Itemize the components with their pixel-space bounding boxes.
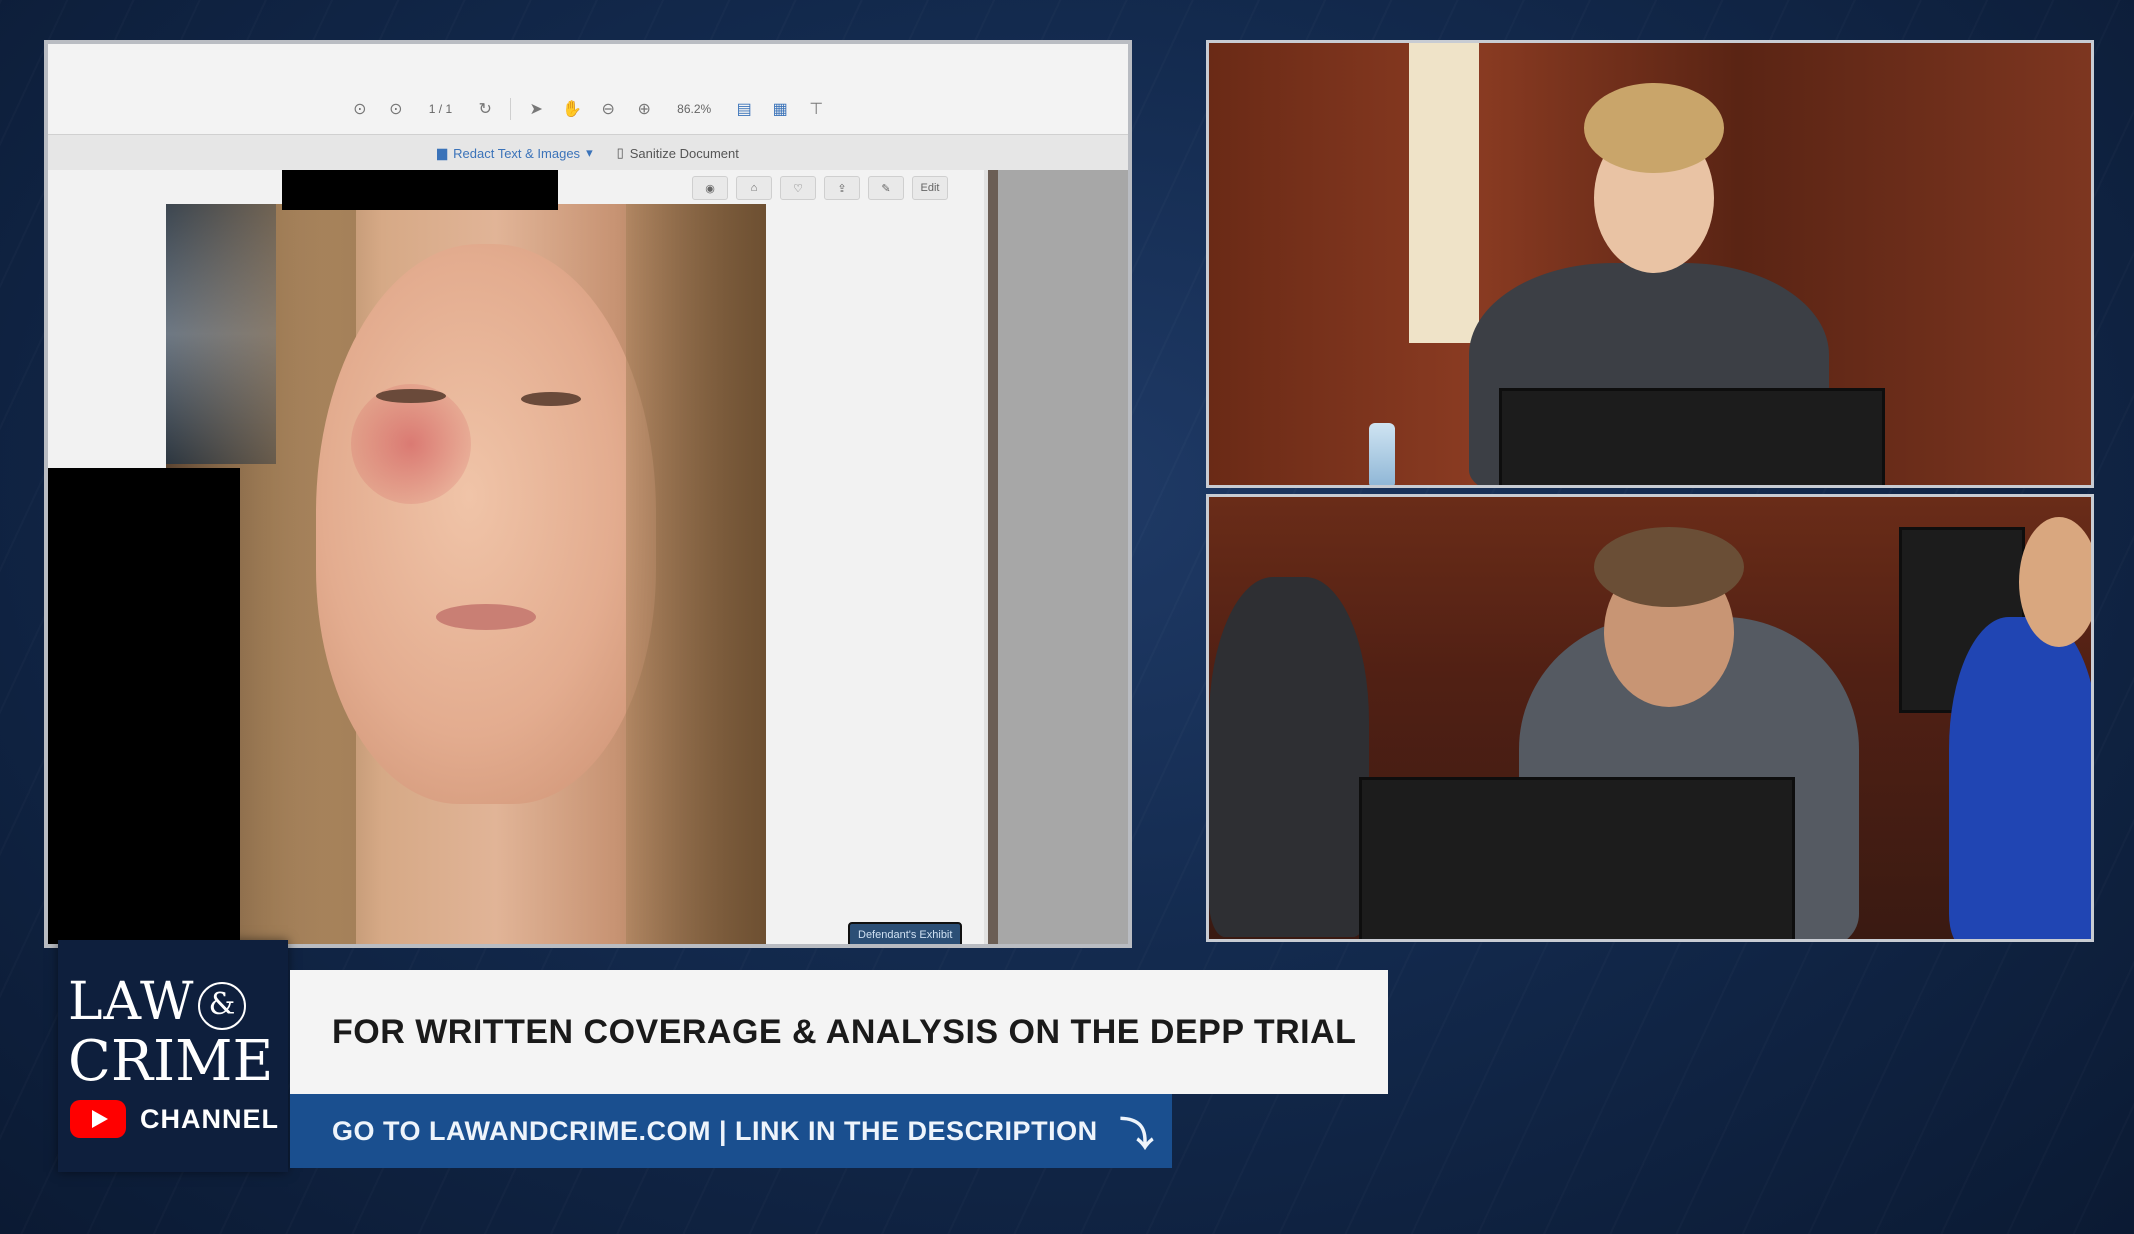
exhibit-tag: Defendant's Exhibit xyxy=(848,922,963,944)
logo-channel-label: CHANNEL xyxy=(140,1103,279,1134)
defense-monitor xyxy=(1359,777,1795,939)
witness-hair xyxy=(1584,83,1724,173)
rotate-icon[interactable]: ↻ xyxy=(474,98,496,120)
law-and-crime-logo[interactable]: LAW & CRIME CHANNEL xyxy=(58,940,288,1172)
redact-label: Redact Text & Images xyxy=(453,145,581,161)
youtube-icon xyxy=(70,1100,126,1138)
logo-crime: CRIME xyxy=(68,1029,274,1094)
attorney-right xyxy=(1949,617,2091,939)
headline-text: FOR WRITTEN COVERAGE & ANALYSIS ON THE D… xyxy=(332,1012,1357,1051)
wrench-icon[interactable]: ✎ xyxy=(868,176,904,200)
logo-law-text: LAW & xyxy=(68,976,278,1030)
heart-icon[interactable]: ♡ xyxy=(780,176,816,200)
page-up-icon[interactable]: ⊙ xyxy=(349,98,371,120)
pdf-viewer-window: ⊙ ⊙ 1 / 1 ↻ ➤ ✋ ⊖ ⊕ 86.2% ▤ ▦ ⊤ ▆ Redact… xyxy=(44,40,1132,948)
logo-ampersand: & xyxy=(198,981,247,1030)
attorney-left xyxy=(1209,577,1369,937)
stamp-icon[interactable]: ⊤ xyxy=(805,98,827,120)
redact-icon: ▆ xyxy=(437,145,448,160)
redaction-box-left xyxy=(48,468,240,944)
document-icon[interactable]: ▤ xyxy=(733,98,755,120)
water-bottle xyxy=(1369,423,1395,485)
toolbar-row-navigation: ⊙ ⊙ 1 / 1 ↻ ➤ ✋ ⊖ ⊕ 86.2% ▤ ▦ ⊤ xyxy=(48,94,1128,124)
logo-channel-row: CHANNEL xyxy=(70,1100,279,1138)
toolbar-divider xyxy=(510,98,512,120)
attorney-right-head xyxy=(2019,517,2091,647)
page-edge xyxy=(988,170,998,944)
sanitize-label: Sanitize Document xyxy=(629,145,739,161)
zoom-level-select[interactable]: 86.2% xyxy=(669,102,719,116)
arrow-down-icon: ⤵ xyxy=(1119,1115,1154,1154)
sanitize-icon: ▯ xyxy=(616,145,624,160)
cta-text: GO TO LAWANDCRIME.COM | LINK IN THE DESC… xyxy=(332,1115,1098,1146)
photo-hair-right xyxy=(626,204,766,944)
lock-icon[interactable]: ⌂ xyxy=(736,176,772,200)
select-cursor-icon[interactable]: ➤ xyxy=(525,98,547,120)
logo-law: LAW xyxy=(68,972,195,1032)
pdf-toolbar: ⊙ ⊙ 1 / 1 ↻ ➤ ✋ ⊖ ⊕ 86.2% ▤ ▦ ⊤ ▆ Redact… xyxy=(48,44,1128,161)
photo-lips xyxy=(436,604,536,630)
export-icon[interactable]: ▦ xyxy=(769,98,791,120)
headline-banner: FOR WRITTEN COVERAGE & ANALYSIS ON THE D… xyxy=(290,970,1388,1094)
wall-column xyxy=(1409,43,1479,343)
page-indicator[interactable]: 1 / 1 xyxy=(421,102,460,116)
toolbar-row-redact: ▆ Redact Text & Images ▾ ▯ Sanitize Docu… xyxy=(48,140,1128,166)
video-feed-witness xyxy=(1206,40,2094,488)
photo-eye-right xyxy=(521,392,581,406)
next-page-strip xyxy=(988,170,1128,944)
witness-monitor xyxy=(1499,388,1885,485)
document-area: ◉ ⌂ ♡ ⇪ ✎ Edit Defendant's Exhibit xyxy=(48,170,1128,944)
zoom-in-icon[interactable]: ⊕ xyxy=(633,98,655,120)
zoom-out-icon[interactable]: ⊖ xyxy=(597,98,619,120)
photo-eye-left xyxy=(376,389,446,403)
edit-button[interactable]: Edit xyxy=(912,176,948,200)
pdf-page: ◉ ⌂ ♡ ⇪ ✎ Edit Defendant's Exhibit xyxy=(48,170,984,944)
page-floating-toolbar: ◉ ⌂ ♡ ⇪ ✎ Edit xyxy=(692,176,948,200)
hand-tool-icon[interactable]: ✋ xyxy=(561,98,583,120)
redact-button[interactable]: ▆ Redact Text & Images ▾ xyxy=(437,145,592,161)
redaction-box-top xyxy=(282,170,558,210)
chevron-down-icon: ▾ xyxy=(586,145,593,160)
share-icon[interactable]: ⇪ xyxy=(824,176,860,200)
view-icon[interactable]: ◉ xyxy=(692,176,728,200)
page-down-icon[interactable]: ⊙ xyxy=(385,98,407,120)
depp-hair xyxy=(1594,527,1744,607)
cta-banner[interactable]: GO TO LAWANDCRIME.COM | LINK IN THE DESC… xyxy=(290,1094,1172,1168)
photo-face xyxy=(316,244,656,804)
video-feed-courtroom xyxy=(1206,494,2094,942)
exhibit-photo xyxy=(166,204,766,944)
sanitize-button[interactable]: ▯ Sanitize Document xyxy=(617,145,739,161)
